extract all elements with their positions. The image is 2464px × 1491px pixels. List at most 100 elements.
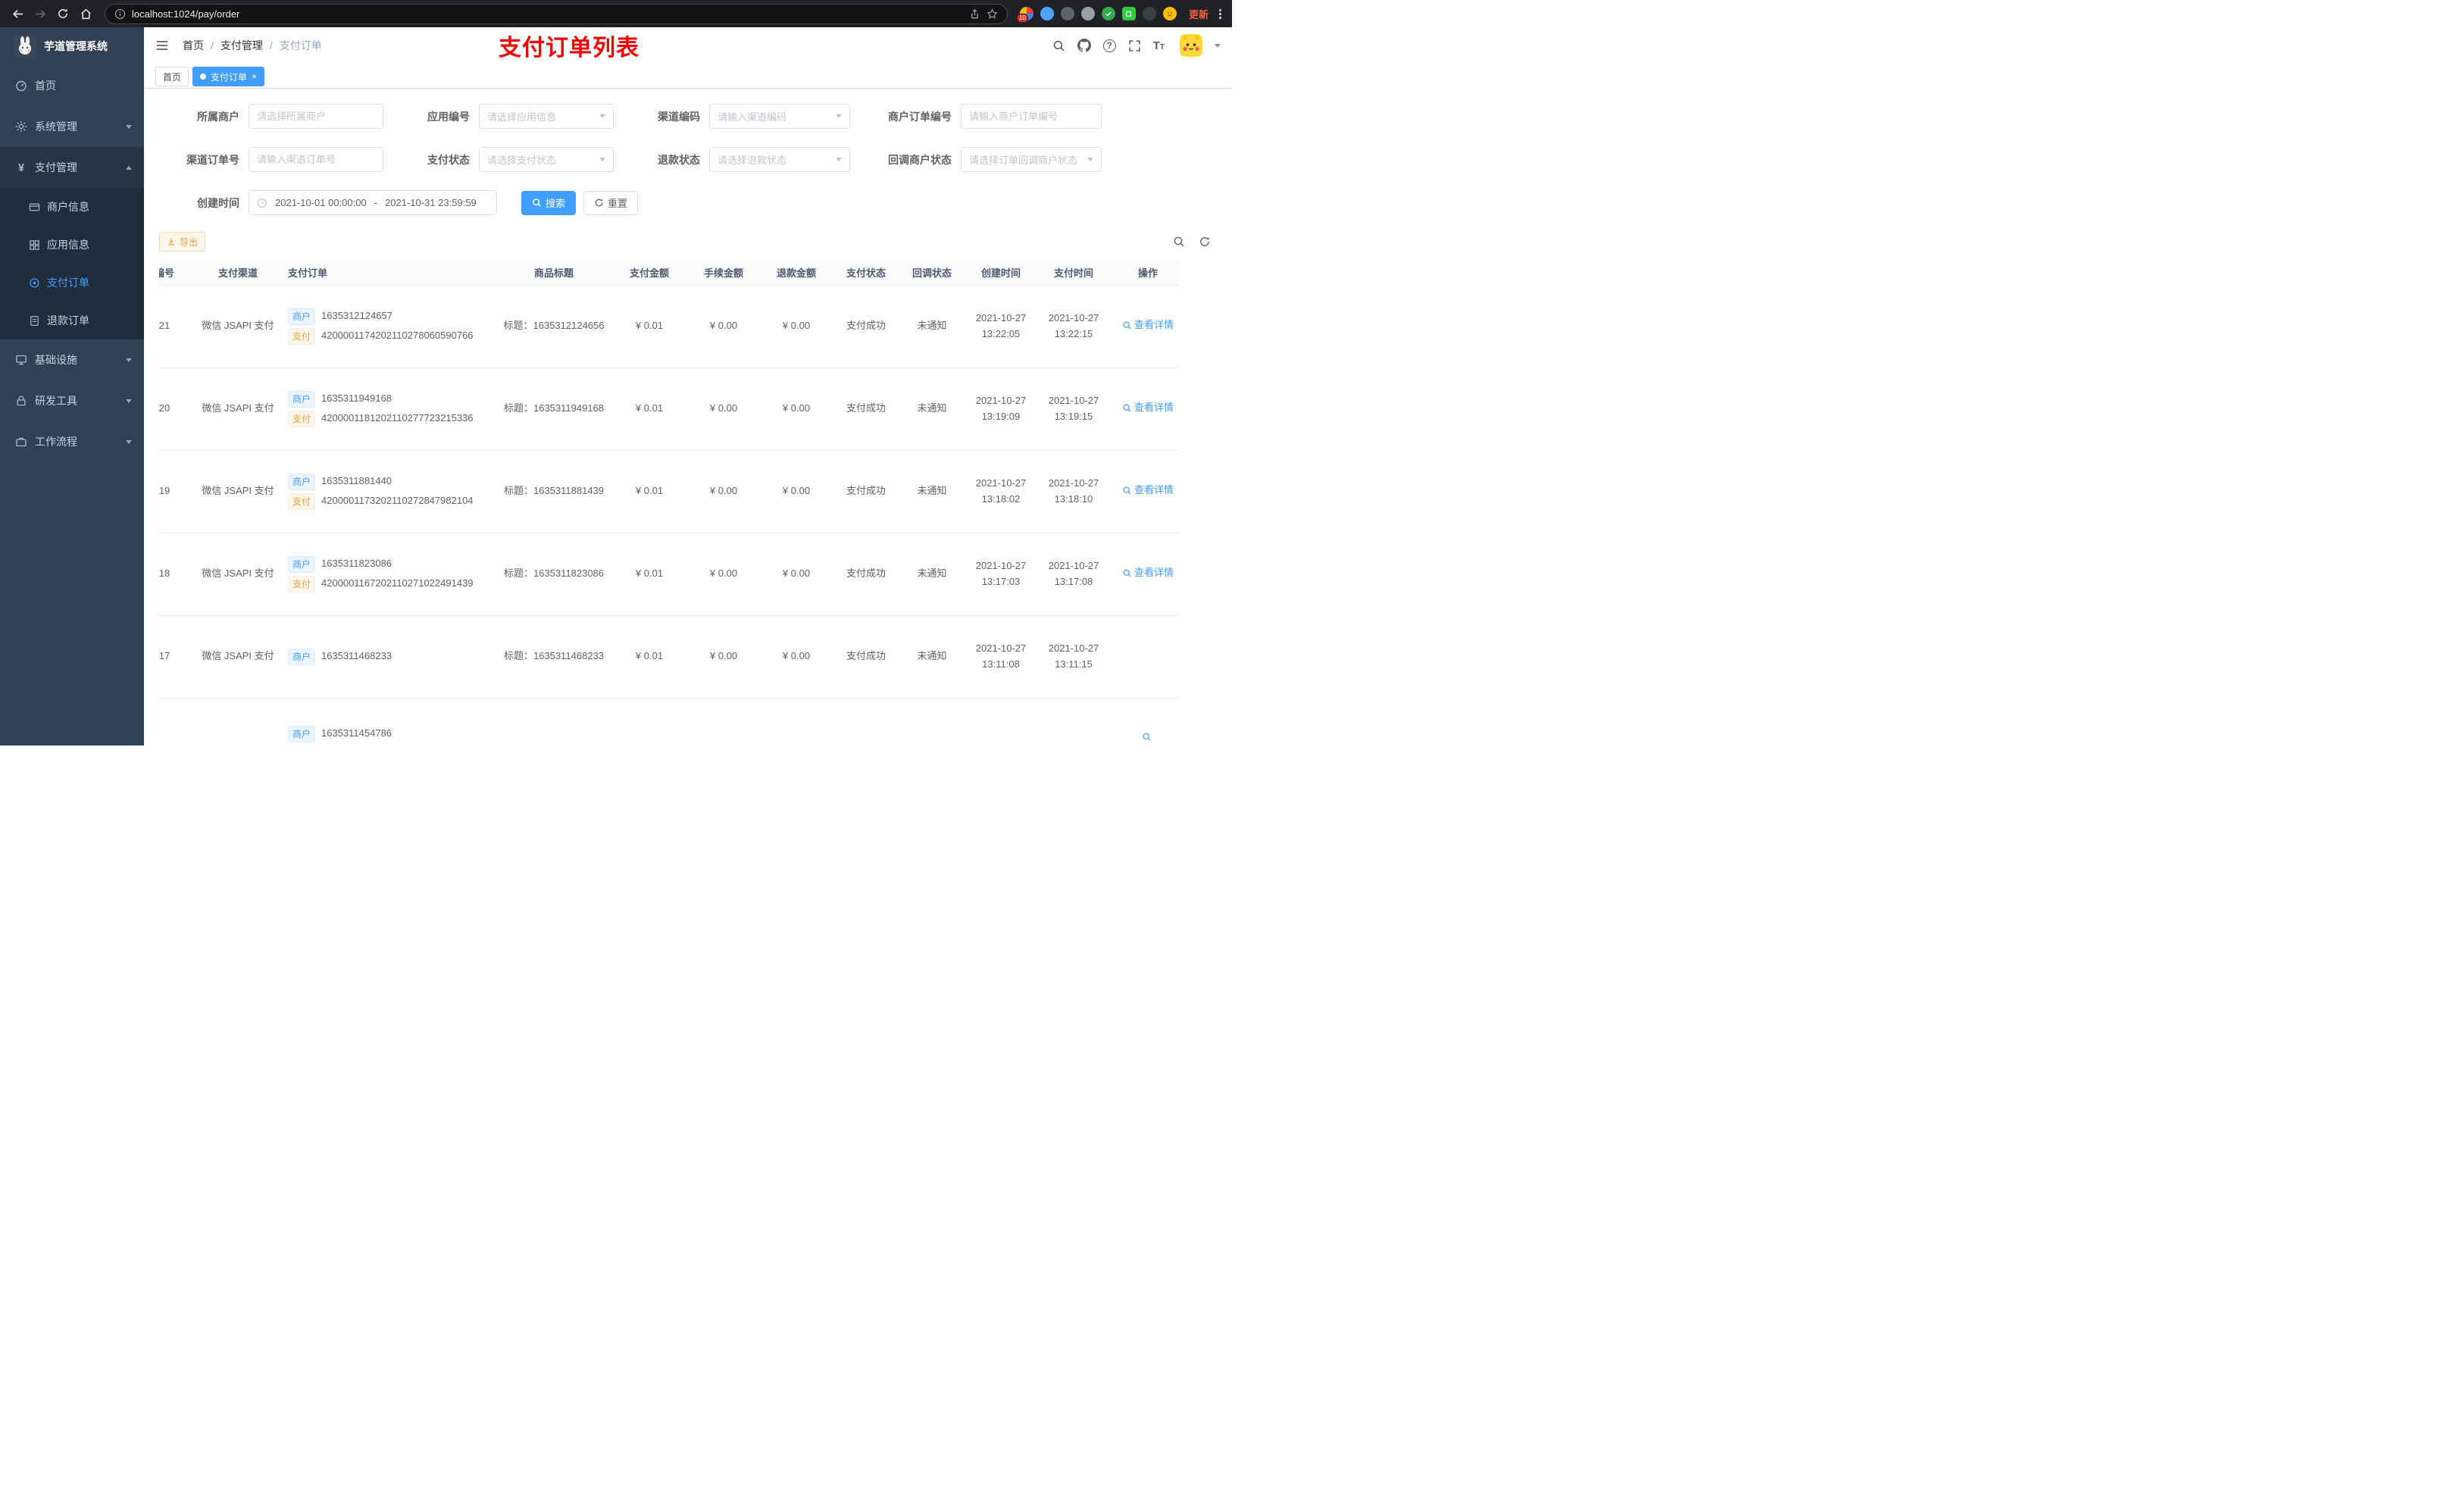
chevron-down-icon[interactable] bbox=[1215, 43, 1221, 48]
view-detail-link[interactable]: 查看详情 bbox=[1122, 565, 1174, 581]
channel-code-select[interactable]: 请输入渠道编码 bbox=[709, 104, 850, 129]
col-pay-order[interactable]: 支付订单 bbox=[276, 261, 496, 286]
share-icon[interactable] bbox=[969, 8, 980, 20]
cell-actions: 查看详情 bbox=[1110, 367, 1179, 451]
channel-order-no-input[interactable] bbox=[249, 147, 383, 172]
view-detail-link[interactable]: 查看详情 bbox=[1122, 400, 1174, 416]
col-id[interactable]: 编号 bbox=[159, 261, 200, 286]
main-content: 所属商户 应用编号 请选择应用信息 渠道编码 请输入渠道编码 bbox=[144, 89, 1232, 746]
pay-order-no: 4200001167202110271022491439 bbox=[321, 577, 474, 589]
sidebar-item-label: 退款订单 bbox=[47, 314, 89, 327]
sidebar-item-system[interactable]: 系统管理 bbox=[0, 106, 144, 147]
col-create-time[interactable]: 创建时间 bbox=[965, 261, 1037, 286]
sidebar-item-pay[interactable]: ¥ 支付管理 bbox=[0, 147, 144, 188]
extension-icon-1[interactable]: 10 bbox=[1016, 7, 1033, 23]
filter-buttons: 搜索 重置 bbox=[509, 190, 639, 215]
refund-status-select[interactable]: 请选择退款状态 bbox=[709, 147, 850, 172]
info-icon[interactable] bbox=[114, 8, 126, 20]
breadcrumb-item-pay[interactable]: 支付管理 bbox=[220, 38, 263, 53]
view-detail-link[interactable] bbox=[1142, 732, 1154, 742]
close-icon[interactable]: × bbox=[252, 72, 257, 81]
search-icon[interactable] bbox=[1052, 39, 1065, 52]
col-title[interactable]: 商品标题 bbox=[496, 261, 611, 286]
sidebar-item-home[interactable]: 首页 bbox=[0, 65, 144, 106]
view-detail-link[interactable]: 查看详情 bbox=[1122, 483, 1174, 499]
search-button[interactable]: 搜索 bbox=[521, 190, 577, 215]
table-row: 17 微信 JSAPI 支付 商户 1635311468233 支付 bbox=[159, 615, 1179, 699]
tab-pay-order[interactable]: 支付订单 × bbox=[192, 67, 265, 86]
forward-icon[interactable] bbox=[30, 4, 50, 23]
github-icon[interactable] bbox=[1077, 39, 1091, 52]
chrome-update-button[interactable]: 更新 bbox=[1189, 7, 1209, 21]
tab-home[interactable]: 首页 bbox=[155, 67, 189, 86]
chevron-down-icon bbox=[126, 399, 132, 403]
notify-status-select[interactable]: 请选择订单回调商户状态 bbox=[961, 147, 1102, 172]
table-row: 21 微信 JSAPI 支付 商户 1635312124657 支付 42000… bbox=[159, 285, 1179, 368]
extension-icon-3[interactable] bbox=[1060, 7, 1074, 20]
address-bar[interactable]: localhost:1024/pay/order bbox=[105, 3, 1008, 24]
col-channel[interactable]: 支付渠道 bbox=[200, 261, 276, 286]
export-button[interactable]: 导出 bbox=[159, 232, 206, 252]
sidebar-item-infrastructure[interactable]: 基础设施 bbox=[0, 339, 144, 380]
col-pay-time[interactable]: 支付时间 bbox=[1037, 261, 1110, 286]
home-icon[interactable] bbox=[76, 4, 95, 23]
cell-create-time: 2021-10-27 13:22:05 bbox=[965, 285, 1037, 368]
url-text[interactable]: localhost:1024/pay/order bbox=[132, 8, 963, 20]
col-actions[interactable]: 操作 bbox=[1110, 261, 1179, 286]
extension-icon-7[interactable] bbox=[1142, 7, 1156, 20]
filter-merchant-order-no: 商户订单编号 bbox=[876, 104, 1102, 129]
app-title: 芋道管理系统 bbox=[44, 40, 108, 52]
sidebar-item-app-info[interactable]: 应用信息 bbox=[0, 226, 144, 264]
col-notify-status[interactable]: 回调状态 bbox=[899, 261, 965, 286]
cell-notify-status: 未通知 bbox=[899, 367, 965, 451]
merchant-order-no: 1635311881440 bbox=[321, 475, 392, 487]
pay-order-line: 支付 4200001181202110277723215336 bbox=[288, 410, 496, 427]
user-avatar[interactable] bbox=[1180, 34, 1202, 57]
cell-pay-order: 商户 1635311881440 支付 42000011732021102728… bbox=[276, 450, 496, 533]
cell-channel: 微信 JSAPI 支付 bbox=[200, 533, 276, 616]
fullscreen-icon[interactable] bbox=[1128, 39, 1141, 52]
breadcrumb-item-home[interactable]: 首页 bbox=[183, 38, 204, 53]
font-size-icon[interactable]: TT bbox=[1153, 40, 1165, 52]
app-logo[interactable]: 芋道管理系统 bbox=[0, 27, 144, 65]
help-icon[interactable]: ? bbox=[1102, 39, 1116, 52]
breadcrumb: 首页 / 支付管理 / 支付订单 bbox=[183, 38, 322, 53]
reset-button-label: 重置 bbox=[608, 198, 628, 209]
bookmark-star-icon[interactable] bbox=[987, 8, 998, 20]
app-id-select[interactable]: 请选择应用信息 bbox=[479, 104, 614, 129]
reset-button[interactable]: 重置 bbox=[583, 190, 639, 215]
extension-icon-8[interactable] bbox=[1162, 7, 1177, 20]
merchant-order-no-input[interactable] bbox=[961, 104, 1102, 129]
toggle-search-icon[interactable] bbox=[1173, 236, 1185, 248]
extension-icon-2[interactable] bbox=[1040, 7, 1054, 20]
merchant-input[interactable] bbox=[249, 104, 383, 129]
extension-icon-5[interactable] bbox=[1101, 7, 1115, 20]
sidebar-item-dev-tools[interactable]: 研发工具 bbox=[0, 380, 144, 421]
col-amount[interactable]: 支付金额 bbox=[611, 261, 687, 286]
browser-menu-icon[interactable] bbox=[1216, 8, 1224, 19]
sidebar-item-workflow[interactable]: 工作流程 bbox=[0, 421, 144, 462]
sidebar-item-refund-order[interactable]: 退款订单 bbox=[0, 302, 144, 339]
extension-icon-4[interactable] bbox=[1080, 7, 1095, 20]
cell-pay-order: 商户 1635311949168 支付 42000011812021102777… bbox=[276, 367, 496, 451]
pay-order-line: 支付 4200001167202110271022491439 bbox=[288, 575, 496, 592]
filter-label: 渠道订单号 bbox=[186, 153, 239, 166]
view-detail-link[interactable]: 查看详情 bbox=[1122, 317, 1174, 333]
filter-app-id: 应用编号 请选择应用信息 bbox=[409, 104, 614, 129]
date-range-picker[interactable]: 2021-10-01 00:00:00 - 2021-10-31 23:59:5… bbox=[249, 190, 497, 215]
cell-channel bbox=[200, 698, 276, 746]
col-pay-status[interactable]: 支付状态 bbox=[833, 261, 899, 286]
pay-status-select[interactable]: 请选择支付状态 bbox=[479, 147, 614, 172]
col-refund[interactable]: 退款金额 bbox=[760, 261, 833, 286]
sidebar-item-label: 基础设施 bbox=[35, 354, 77, 366]
col-fee[interactable]: 手续金额 bbox=[687, 261, 760, 286]
back-icon[interactable] bbox=[8, 4, 27, 23]
refresh-table-icon[interactable] bbox=[1199, 236, 1211, 248]
tab-label: 首页 bbox=[163, 71, 182, 83]
pay-order-line: 支付 4200001173202110272847982104 bbox=[288, 492, 496, 510]
extension-icon-6[interactable] bbox=[1121, 7, 1136, 20]
sidebar-item-pay-order[interactable]: 支付订单 bbox=[0, 264, 144, 302]
sidebar-fold-icon[interactable] bbox=[155, 39, 169, 52]
sidebar-item-merchant-info[interactable]: 商户信息 bbox=[0, 188, 144, 226]
refresh-icon[interactable] bbox=[53, 4, 73, 23]
